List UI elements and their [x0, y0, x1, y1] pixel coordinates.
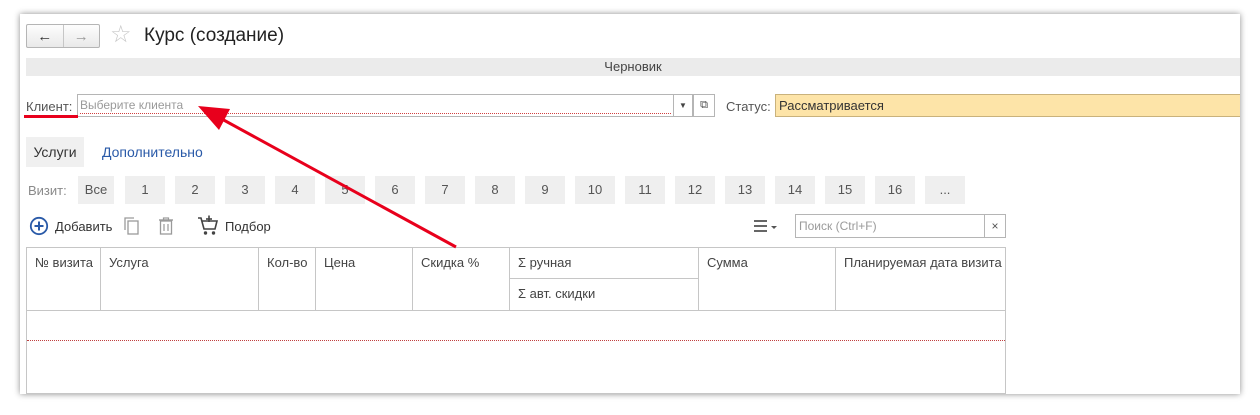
annotation-arrow-icon [198, 106, 457, 249]
form-window: ← → ☆ Курс (создание) Черновик Клиент: В… [20, 14, 1240, 394]
